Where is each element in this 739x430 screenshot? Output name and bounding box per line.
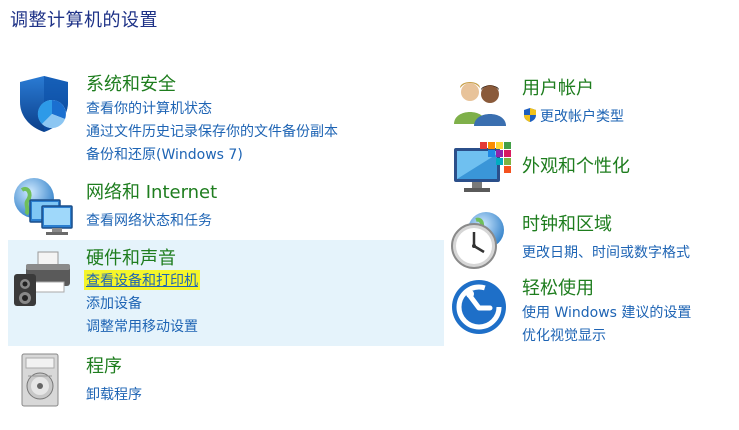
printer-speaker-icon[interactable] — [12, 248, 78, 310]
category-title-system-security[interactable]: 系统和安全 — [86, 70, 176, 96]
category-ease-of-access: 轻松使用 使用 Windows 建议的设置 优化视觉显示 — [446, 270, 736, 346]
link-add-device[interactable]: 添加设备 — [86, 293, 142, 313]
link-network-status-tasks[interactable]: 查看网络状态和任务 — [86, 210, 212, 230]
security-shield-icon[interactable] — [14, 74, 74, 134]
link-file-history-backup[interactable]: 通过文件历史记录保存你的文件备份副本 — [86, 121, 338, 141]
programs-disc-icon[interactable] — [18, 352, 62, 408]
category-appearance: 外观和个性化 — [446, 136, 736, 200]
link-change-account-type-label: 更改帐户类型 — [540, 109, 624, 125]
network-computers-icon[interactable] — [10, 176, 76, 236]
link-windows-recommended-settings[interactable]: 使用 Windows 建议的设置 — [522, 302, 691, 322]
category-user-accounts: 用户帐户 更改帐户类型 — [446, 70, 736, 130]
category-title-user-accounts[interactable]: 用户帐户 — [522, 74, 594, 100]
category-programs: 程序 卸载程序 — [8, 348, 444, 412]
category-title-ease-of-access[interactable]: 轻松使用 — [522, 274, 594, 300]
link-optimize-visual-display[interactable]: 优化视觉显示 — [522, 325, 606, 345]
users-icon[interactable] — [452, 76, 508, 126]
ease-of-access-icon[interactable] — [450, 278, 508, 336]
category-network: 网络和 Internet 查看网络状态和任务 — [8, 174, 444, 238]
category-clock-region: 时钟和区域 更改日期、时间或数字格式 — [446, 204, 736, 270]
category-system-security: 系统和安全 查看你的计算机状态 通过文件历史记录保存你的文件备份副本 备份和还原… — [8, 64, 444, 174]
category-title-clock-region[interactable]: 时钟和区域 — [522, 210, 612, 236]
category-title-programs[interactable]: 程序 — [86, 352, 122, 378]
link-change-account-type[interactable]: 更改帐户类型 — [522, 106, 624, 126]
category-hardware-sound: 硬件和声音 查看设备和打印机 添加设备 调整常用移动设置 — [8, 240, 444, 346]
link-devices-and-printers[interactable]: 查看设备和打印机 — [84, 270, 200, 290]
category-title-hardware-sound[interactable]: 硬件和声音 — [86, 244, 176, 270]
category-title-network[interactable]: 网络和 Internet — [86, 178, 217, 204]
uac-shield-icon — [524, 108, 536, 122]
monitor-palette-icon[interactable] — [452, 140, 514, 198]
link-backup-restore-win7[interactable]: 备份和还原(Windows 7) — [86, 144, 243, 164]
category-title-appearance[interactable]: 外观和个性化 — [522, 152, 630, 178]
link-uninstall-program[interactable]: 卸载程序 — [86, 384, 142, 404]
link-mobility-settings[interactable]: 调整常用移动设置 — [86, 316, 198, 336]
link-change-date-time-format[interactable]: 更改日期、时间或数字格式 — [522, 242, 690, 262]
clock-globe-icon[interactable] — [448, 208, 510, 270]
page-title: 调整计算机的设置 — [10, 10, 158, 31]
link-view-computer-status[interactable]: 查看你的计算机状态 — [86, 98, 212, 118]
